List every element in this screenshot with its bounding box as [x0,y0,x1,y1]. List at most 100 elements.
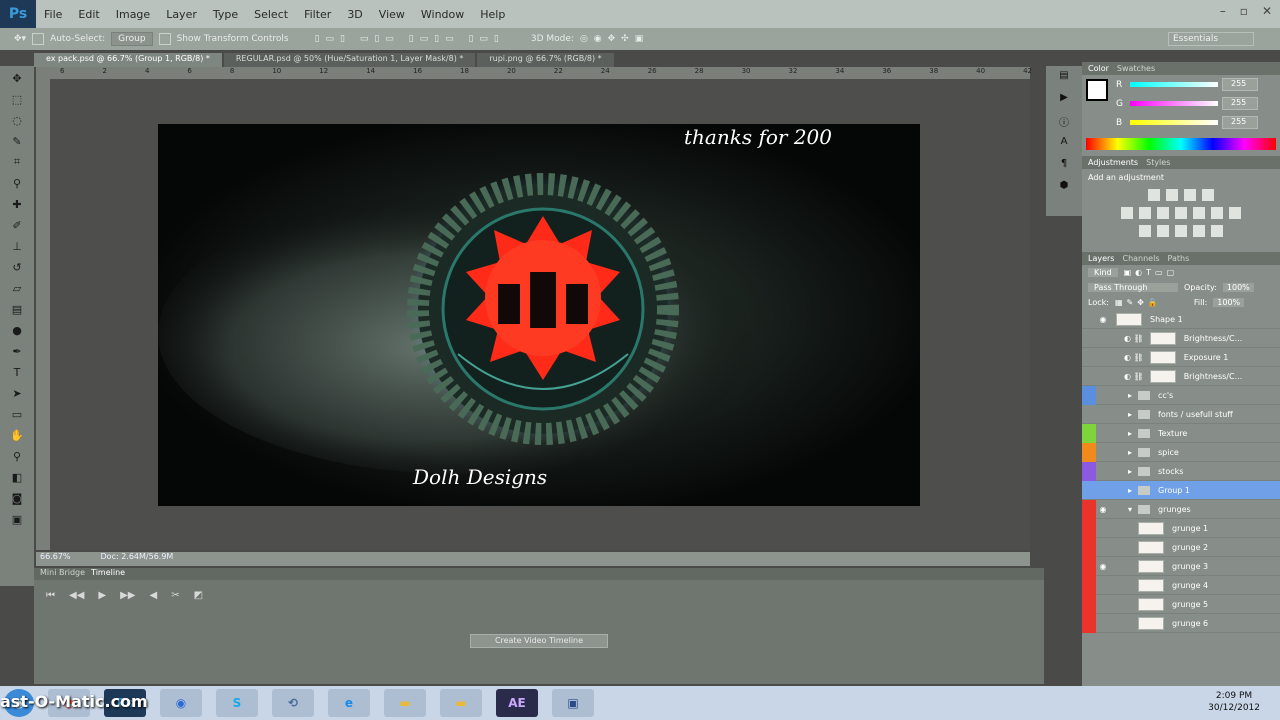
layer-row[interactable]: ◐ ⛓ Brightness/C... [1082,329,1280,348]
lookup-icon[interactable] [1229,207,1241,219]
tab-ex-pack[interactable]: ex pack.psd @ 66.7% (Group 1, RGB/8) * [34,53,222,67]
menu-type[interactable]: Type [205,8,246,21]
menu-file[interactable]: File [36,8,70,21]
expand-arrow-icon[interactable]: ▸ [1128,391,1132,400]
tab-swatches[interactable]: Swatches [1117,64,1155,73]
tab-layers[interactable]: Layers [1088,254,1114,263]
red-value[interactable]: 255 [1222,78,1258,91]
healing-tool-icon[interactable]: ✚ [5,195,29,213]
firefox-icon[interactable]: ◉ [160,689,202,717]
menu-view[interactable]: View [371,8,413,21]
folder2-icon[interactable]: ▬ [440,689,482,717]
invert-icon[interactable] [1139,225,1151,237]
group-dropdown[interactable]: Group [111,32,153,46]
quick-mask-icon[interactable]: ◙ [5,489,29,507]
blue-bar[interactable] [1130,120,1218,125]
ie-icon[interactable]: e [328,689,370,717]
filter-icons[interactable]: ▣◐T▭▢ [1124,268,1179,277]
expand-arrow-icon[interactable]: ▸ [1128,467,1132,476]
menu-image[interactable]: Image [108,8,158,21]
tab-styles[interactable]: Styles [1146,158,1170,167]
zoom-level[interactable]: 66.67% [40,552,71,566]
quick-select-tool-icon[interactable]: ✎ [5,132,29,150]
tab-mini-bridge[interactable]: Mini Bridge [40,568,85,580]
3d-icon[interactable]: ⬢ [1054,180,1074,198]
eraser-tool-icon[interactable]: ▱ [5,279,29,297]
after-effects-icon[interactable]: AE [496,689,538,717]
layer-row[interactable]: ▸ cc's [1082,385,1280,405]
selective-color-icon[interactable] [1211,225,1223,237]
dodge-tool-icon[interactable]: ● [5,321,29,339]
network-icon[interactable]: ⟲ [272,689,314,717]
color-spectrum[interactable] [1086,138,1276,150]
menu-window[interactable]: Window [413,8,472,21]
layer-row[interactable]: ▸ Group 1 [1082,481,1280,500]
show-transform-checkbox[interactable] [158,33,171,45]
marquee-tool-icon[interactable]: ⬚ [5,90,29,108]
layer-row[interactable]: grunge 5 [1082,594,1280,614]
mixer-icon[interactable] [1211,207,1223,219]
character-icon[interactable]: A [1054,136,1074,154]
skype-icon[interactable]: S [216,689,258,717]
threshold-icon[interactable] [1175,225,1187,237]
path-select-icon[interactable]: ➤ [5,384,29,402]
lasso-tool-icon[interactable]: ◌ [5,111,29,129]
type-tool-icon[interactable]: T [5,363,29,381]
split-icon[interactable]: ✂ [171,590,179,601]
foreground-color-icon[interactable] [1086,79,1108,101]
expand-arrow-icon[interactable]: ▸ [1128,448,1132,457]
properties-icon[interactable]: ⓘ [1054,114,1074,132]
kind-dropdown[interactable]: Kind [1088,268,1118,277]
expand-arrow-icon[interactable]: ▸ [1128,486,1132,495]
play-icon[interactable]: ▶ [98,590,106,601]
hue-sat-icon[interactable] [1139,207,1151,219]
layer-row[interactable]: ◉ ▾ grunges [1082,499,1280,519]
history-brush-icon[interactable]: ↺ [5,258,29,276]
tab-channels[interactable]: Channels [1122,254,1159,263]
layer-row[interactable]: ◐ ⛓ Brightness/C... [1082,367,1280,386]
expand-arrow-icon[interactable]: ▾ [1128,505,1132,514]
menu-select[interactable]: Select [246,8,296,21]
levels-icon[interactable] [1166,189,1178,201]
red-bar[interactable] [1130,82,1218,87]
expand-arrow-icon[interactable]: ▸ [1128,410,1132,419]
3d-tool-icons[interactable]: ◎◉✥✣▣ [580,34,649,44]
folder-icon[interactable]: ▬ [384,689,426,717]
green-slider[interactable]: G 255 [1112,94,1280,113]
actions-icon[interactable]: ▶ [1054,92,1074,110]
tab-regular[interactable]: REGULAR.psd @ 50% (Hue/Saturation 1, Lay… [223,53,476,67]
visibility-eye-icon[interactable]: ◉ [1096,505,1110,514]
eyedropper-tool-icon[interactable]: ⚲ [5,174,29,192]
layer-row[interactable]: grunge 6 [1082,613,1280,633]
posterize-icon[interactable] [1157,225,1169,237]
fill-value[interactable]: 100% [1213,298,1245,307]
layer-row[interactable]: ◐ ⛓ Exposure 1 [1082,348,1280,367]
bw-icon[interactable] [1175,207,1187,219]
gradient-tool-icon[interactable]: ▤ [5,300,29,318]
menu-filter[interactable]: Filter [296,8,339,21]
layer-row[interactable]: ▸ Texture [1082,423,1280,443]
tab-paths[interactable]: Paths [1168,254,1190,263]
maximize-button[interactable]: ▫ [1240,4,1248,18]
prev-frame-icon[interactable]: ◀◀ [69,590,84,601]
layer-row[interactable]: ▸ fonts / usefull stuff [1082,405,1280,424]
tab-color[interactable]: Color [1088,64,1109,73]
green-value[interactable]: 255 [1222,97,1258,110]
layer-row[interactable]: ▸ stocks [1082,461,1280,481]
next-frame-icon[interactable]: ▶▶ [120,590,135,601]
pen-tool-icon[interactable]: ✒ [5,342,29,360]
auto-select-checkbox[interactable] [32,33,45,45]
menu-layer[interactable]: Layer [158,8,205,21]
tab-timeline[interactable]: Timeline [91,568,125,580]
artwork-canvas[interactable]: thanks for 200 Dolh Designs [158,124,920,506]
first-frame-icon[interactable]: ⏮ [46,590,55,601]
vibrance-icon[interactable] [1121,207,1133,219]
layer-row[interactable]: ▸ spice [1082,442,1280,462]
tab-rupi[interactable]: rupi.png @ 66.7% (RGB/8) * [477,53,614,67]
align-icons[interactable]: ▯▭▯ ▭▯▭ ▯▭▯▭ ▯▭▯ [315,34,505,44]
visibility-eye-icon[interactable]: ◉ [1096,562,1110,571]
color-swatch-icon[interactable]: ◧ [5,468,29,486]
gradient-map-icon[interactable] [1193,225,1205,237]
red-slider[interactable]: R 255 [1112,75,1280,94]
move-tool-icon[interactable]: ✥ [5,69,29,87]
